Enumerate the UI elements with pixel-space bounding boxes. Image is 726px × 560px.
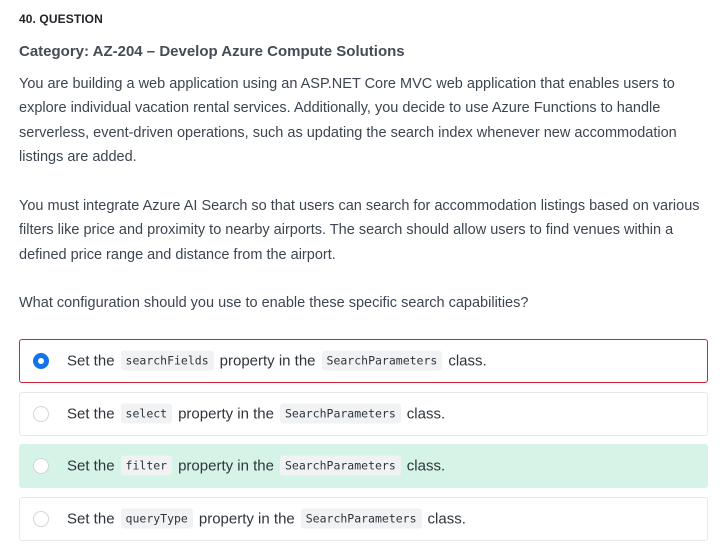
option-middle: property in the xyxy=(219,352,316,370)
answer-option-4[interactable]: Set the queryType property in the SearchPar… xyxy=(19,497,708,541)
radio-unselected-icon[interactable] xyxy=(33,511,49,527)
option-property-code: searchFields xyxy=(120,350,214,371)
answer-option-1[interactable]: Set the searchFields property in the Search… xyxy=(19,339,708,383)
option-property-code: select xyxy=(120,403,173,424)
answer-option-2[interactable]: Set the select property in the SearchParame… xyxy=(19,392,708,436)
radio-selected-icon[interactable] xyxy=(33,353,49,369)
option-suffix: class. xyxy=(427,510,466,528)
answer-option-4-text: Set the queryType property in the SearchPar… xyxy=(65,508,468,529)
question-prompt: What configuration should you use to ena… xyxy=(19,295,529,311)
option-middle: property in the xyxy=(178,405,274,423)
question-paragraph-2: You must integrate Azure AI Search so th… xyxy=(19,198,700,263)
option-prefix: Set the xyxy=(67,510,115,528)
answer-option-2-text: Set the select property in the SearchParame… xyxy=(65,403,447,424)
question-category: Category: AZ-204 – Develop Azure Compute… xyxy=(19,43,405,60)
option-class-code: SearchParameters xyxy=(279,403,401,424)
option-prefix: Set the xyxy=(67,352,115,370)
answer-option-3[interactable]: Set the filter property in the SearchParame… xyxy=(19,444,708,488)
option-class-code: SearchParameters xyxy=(321,350,443,371)
option-suffix: class. xyxy=(406,405,446,423)
option-property-code: filter xyxy=(120,455,173,476)
question-number: 40. QUESTION xyxy=(19,12,103,26)
question-paragraph-1: You are building a web application using… xyxy=(19,76,677,165)
radio-unselected-icon[interactable] xyxy=(33,406,49,422)
question-card: 40. QUESTION Category: AZ-204 – Develop … xyxy=(0,0,726,560)
option-suffix: class. xyxy=(406,457,446,475)
option-class-code: SearchParameters xyxy=(300,508,422,529)
answer-option-3-text: Set the filter property in the SearchParame… xyxy=(65,455,447,476)
option-middle: property in the xyxy=(198,510,295,528)
option-prefix: Set the xyxy=(67,405,115,423)
answer-option-1-text: Set the searchFields property in the Search… xyxy=(65,350,489,371)
option-suffix: class. xyxy=(448,352,487,370)
radio-unselected-icon[interactable] xyxy=(33,458,49,474)
option-middle: property in the xyxy=(178,457,274,475)
option-class-code: SearchParameters xyxy=(279,455,401,476)
option-prefix: Set the xyxy=(67,457,115,475)
option-property-code: queryType xyxy=(120,508,193,529)
